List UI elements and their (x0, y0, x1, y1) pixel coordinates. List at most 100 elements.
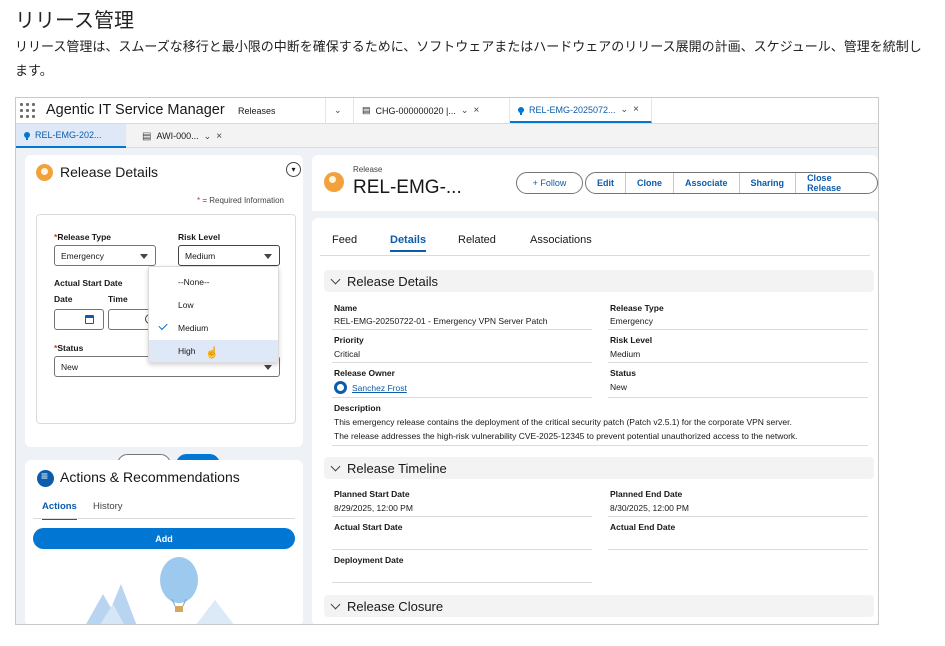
tab-divider (33, 518, 295, 519)
close-icon[interactable]: × (633, 104, 639, 115)
clone-button[interactable]: Clone (626, 173, 675, 193)
actions-recommendations-card: Actions & Recommendations Actions Histor… (25, 460, 303, 624)
nav-menu-button[interactable]: ⌄ (326, 98, 354, 123)
release-edit-form: *Release Type Emergency Risk Level Mediu… (36, 214, 296, 475)
time-label: Time (108, 294, 128, 304)
risk-level-select[interactable]: Medium (178, 245, 280, 266)
risk-level-dropdown: --None-- Low Medium High ☝ (148, 266, 279, 363)
nav-tab-label: CHG-000000020 |... (375, 105, 456, 116)
chevron-down-icon (330, 599, 341, 609)
release-icon (24, 132, 30, 140)
field-divider (608, 549, 868, 550)
dropdown-option-low[interactable]: Low (149, 294, 278, 316)
edit-button[interactable]: Edit (586, 173, 626, 193)
planned-end-value: 8/30/2025, 12:00 PM (610, 503, 689, 513)
dropdown-option-none[interactable]: --None-- (149, 271, 278, 293)
deployment-date-label: Deployment Date (334, 555, 404, 565)
description-label: Description (334, 403, 381, 413)
priority-value: Critical (334, 349, 360, 359)
required-info: * = Required Information (197, 196, 284, 205)
app-name: Agentic IT Service Manager (46, 102, 225, 118)
release-type-label: *Release Type (54, 232, 112, 242)
planned-start-label: Planned Start Date (334, 489, 410, 499)
nav-tab-releases[interactable]: Releases (230, 98, 326, 123)
release-icon (518, 106, 524, 115)
follow-button[interactable]: + Follow (516, 172, 583, 194)
card-title: Release Details (60, 164, 159, 180)
change-request-icon: ▤ (362, 105, 371, 115)
chevron-down-icon (330, 461, 341, 471)
sharing-button[interactable]: Sharing (740, 173, 797, 193)
release-type-select[interactable]: Emergency (54, 245, 156, 266)
release-icon (324, 172, 344, 192)
field-divider (332, 445, 868, 446)
app-launcher-icon[interactable] (20, 103, 36, 119)
field-divider (608, 362, 868, 363)
status-label: Status (610, 368, 636, 378)
release-owner-label: Release Owner (334, 368, 395, 378)
status-label: *Status (54, 343, 84, 353)
close-release-button[interactable]: Close Release (796, 173, 877, 193)
chevron-down-icon[interactable]: ⌄ (461, 105, 469, 116)
empty-state-illustration (86, 557, 234, 624)
nav-tab-release-active[interactable]: REL-EMG-2025072... ⌄ × (510, 98, 652, 123)
name-value: REL-EMG-20250722-01 - Emergency VPN Serv… (334, 316, 548, 326)
section-release-details[interactable]: Release Details (324, 270, 874, 292)
global-nav: Agentic IT Service Manager Releases ⌄ ▤ … (16, 98, 878, 124)
status-value: New (610, 382, 628, 392)
field-divider (332, 582, 592, 583)
release-type-label: Release Type (610, 303, 664, 313)
tab-details[interactable]: Details (390, 234, 427, 252)
actual-end-label: Actual End Date (610, 522, 676, 532)
tab-history[interactable]: History (93, 501, 123, 512)
close-icon[interactable]: × (216, 131, 222, 142)
tab-associations[interactable]: Associations (530, 234, 592, 246)
subtab-awi[interactable]: ▤ AWI-000... ⌄ × (134, 124, 244, 148)
release-icon (36, 164, 53, 181)
field-divider (332, 549, 592, 550)
nav-tab-change[interactable]: ▤ CHG-000000020 |... ⌄ × (354, 98, 510, 123)
field-divider (332, 362, 592, 363)
work-item-icon: ▤ (142, 130, 152, 142)
nav-tab-label: Releases (238, 105, 276, 116)
section-release-closure[interactable]: Release Closure (324, 595, 874, 617)
field-divider (608, 329, 868, 330)
planned-start-value: 8/29/2025, 12:00 PM (334, 503, 413, 513)
priority-label: Priority (334, 335, 364, 345)
release-owner-link[interactable]: Sanchez Frost (352, 383, 407, 393)
release-details-card: Release Details ▾ * = Required Informati… (25, 155, 303, 475)
subtab-release[interactable]: REL-EMG-202... (16, 124, 126, 148)
release-type-value: Emergency (610, 316, 653, 326)
field-divider (332, 516, 592, 517)
description-line: This emergency release contains the depl… (334, 417, 792, 427)
chevron-down-icon[interactable]: ⌄ (621, 104, 629, 115)
chevron-down-icon: ⌄ (334, 105, 342, 115)
record-type-label: Release (353, 165, 383, 174)
name-label: Name (334, 303, 358, 313)
date-input[interactable] (54, 309, 104, 330)
actual-start-label: Actual Start Date (334, 522, 403, 532)
chevron-down-icon[interactable]: ⌄ (204, 131, 212, 142)
field-divider (608, 516, 868, 517)
risk-level-value: Medium (610, 349, 641, 359)
close-icon[interactable]: × (473, 105, 479, 116)
chevron-down-icon (330, 274, 341, 284)
record-actions: Edit Clone Associate Sharing Close Relea… (585, 172, 878, 194)
user-avatar-icon (334, 381, 347, 394)
record-name: REL-EMG-... (353, 177, 462, 198)
dropdown-option-medium[interactable]: Medium (149, 317, 278, 339)
dropdown-option-high[interactable]: High ☝ (149, 340, 278, 362)
collapse-button[interactable]: ▾ (286, 162, 301, 177)
page-title: リリース管理 (15, 8, 134, 32)
add-button[interactable]: Add (33, 528, 295, 549)
field-divider (332, 397, 592, 398)
workspace-subtabs: REL-EMG-202... ▤ AWI-000... ⌄ × (16, 124, 878, 148)
calendar-icon[interactable] (85, 315, 94, 324)
section-release-timeline[interactable]: Release Timeline (324, 457, 874, 479)
checkmark-icon (158, 320, 168, 331)
hand-cursor-icon: ☝ (205, 347, 219, 359)
tab-related[interactable]: Related (458, 234, 496, 246)
tab-feed[interactable]: Feed (332, 234, 357, 246)
planned-end-label: Planned End Date (610, 489, 683, 499)
associate-button[interactable]: Associate (674, 173, 740, 193)
